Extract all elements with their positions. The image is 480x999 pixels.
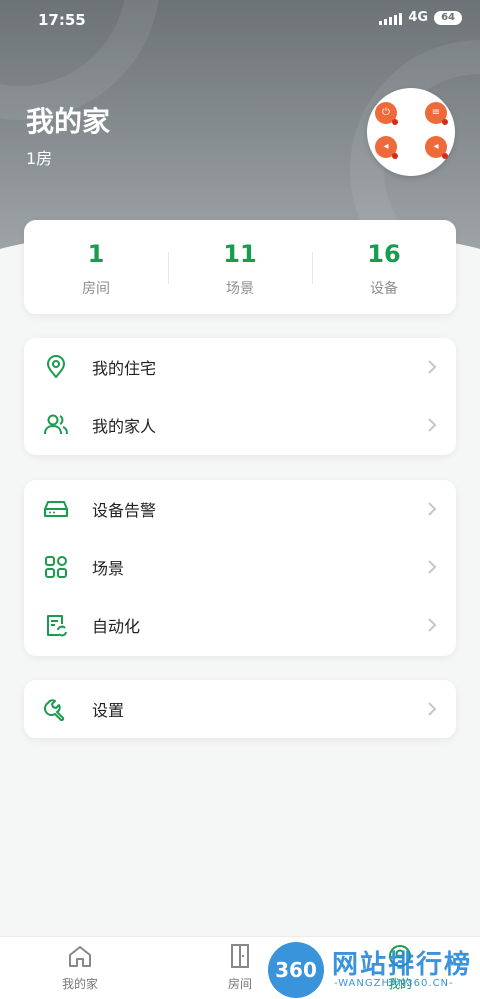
menu-item-my-residence[interactable]: 我的住宅 (24, 338, 456, 396)
scene-grid-icon (42, 553, 70, 581)
home-rooms-summary: 1房 (26, 149, 53, 168)
status-time: 17:55 (38, 11, 86, 29)
speaker-icon: ◂ (375, 136, 398, 159)
menu-item-scenes[interactable]: 场景 (24, 538, 456, 596)
people-icon (42, 411, 70, 439)
watermark: 360 网站排行榜 -WANGZHAN360.CN- (268, 940, 480, 999)
menu-item-settings[interactable]: 设置 (24, 680, 456, 738)
stat-rooms-label: 房间 (82, 281, 110, 297)
list-icon: ≡ (425, 102, 448, 125)
stat-rooms[interactable]: 1 房间 (24, 220, 168, 314)
battery-icon: 64 (434, 10, 462, 25)
home-icon (0, 943, 160, 969)
chevron-right-icon (428, 418, 437, 432)
status-bar: 17:55 4G 64 (0, 0, 480, 40)
menu-group-home: 我的住宅 我的家人 (24, 338, 456, 455)
stat-scenes[interactable]: 11 场景 (168, 220, 312, 314)
watermark-url: -WANGZHAN360.CN- (334, 978, 454, 989)
stat-devices-value: 16 (367, 240, 401, 268)
watermark-badge: 360 (268, 942, 324, 998)
home-stats-card: 1 房间 11 场景 16 设备 (24, 220, 456, 314)
menu-item-my-family[interactable]: 我的家人 (24, 396, 456, 454)
menu-label: 场景 (92, 559, 125, 578)
chevron-right-icon (428, 360, 437, 374)
menu-label: 我的住宅 (92, 359, 157, 378)
automation-icon (42, 611, 70, 639)
menu-label: 设备告警 (92, 501, 157, 520)
menu-group-settings: 设置 (24, 680, 456, 738)
menu-item-device-alarm[interactable]: 设备告警 (24, 480, 456, 538)
power-icon: ⏻ (375, 102, 398, 125)
location-pin-icon (42, 353, 70, 381)
network-type: 4G (408, 10, 429, 25)
menu-group-devices: 设备告警 场景 自动化 (24, 480, 456, 656)
stat-scenes-label: 场景 (226, 281, 254, 297)
menu-label: 我的家人 (92, 417, 157, 436)
device-thumbnail[interactable]: ⏻ ≡ ◂ ◂ (367, 88, 455, 176)
device-alarm-icon (42, 495, 70, 523)
menu-label: 自动化 (92, 617, 141, 636)
stat-scenes-value: 11 (223, 240, 257, 268)
chevron-right-icon (428, 618, 437, 632)
chevron-right-icon (428, 560, 437, 574)
speaker-icon: ◂ (425, 136, 448, 159)
stat-devices[interactable]: 16 设备 (312, 220, 456, 314)
home-name[interactable]: 我的家 (26, 100, 110, 140)
chevron-right-icon (428, 702, 437, 716)
wrench-icon (42, 695, 70, 723)
signal-icon (379, 11, 403, 25)
nav-home[interactable]: 我的家 (0, 937, 160, 999)
stat-devices-label: 设备 (370, 281, 398, 297)
chevron-right-icon (428, 502, 437, 516)
stat-rooms-value: 1 (87, 240, 105, 268)
watermark-title: 网站排行榜 (332, 950, 473, 980)
nav-label: 我的家 (61, 977, 98, 991)
menu-item-automation[interactable]: 自动化 (24, 596, 456, 654)
menu-label: 设置 (92, 701, 125, 720)
